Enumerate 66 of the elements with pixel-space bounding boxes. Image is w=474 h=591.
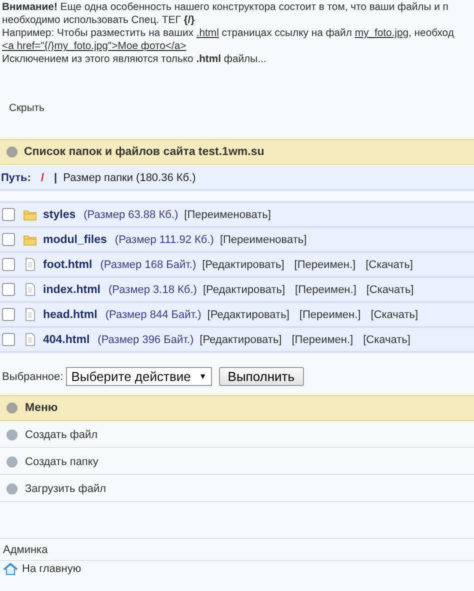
file-size: (Размер 844 Байт.) — [105, 308, 202, 320]
home-link[interactable]: На главную — [22, 563, 82, 575]
menu-item[interactable]: Загрузить файл — [25, 482, 106, 494]
file-name-link[interactable]: foot.html — [43, 258, 92, 270]
panel-title: Список папок и файлов сайта test.1wm.su — [24, 146, 264, 158]
checkbox[interactable] — [2, 233, 15, 246]
checkbox[interactable] — [2, 258, 15, 271]
file-size: (Размер 3.18 Кб.) — [108, 284, 197, 296]
document-icon — [23, 333, 37, 346]
notice-text: Например: Чтобы разместить на ваших .html страницах ссылку на файл my_foto.jpg, необход — [2, 27, 455, 40]
selected-label: Выбранное: — [2, 370, 64, 382]
file-size: (Размер 168 Байт.) — [100, 258, 196, 270]
bullet-icon — [6, 428, 18, 440]
notice-text: Внимание! Еще одна особенность нашего конструктора состоит в том, что ваши файлы и п — [2, 1, 450, 14]
action-link[interactable]: [Скачать] — [366, 284, 414, 296]
file-size: (Размер 111.92 Кб.) — [114, 234, 214, 246]
inline-link[interactable]: my_foto.jpg — [354, 28, 409, 39]
file-name-link[interactable]: index.html — [43, 284, 101, 296]
menu-title: Меню — [25, 402, 58, 414]
bullet-icon — [6, 456, 18, 468]
file-size: (Размер 63.88 Кб.) — [84, 208, 178, 220]
action-link[interactable]: [Редактировать] — [202, 258, 284, 270]
file-name-link[interactable]: head.html — [43, 308, 98, 320]
notice-text: Исключением из этого являются только .html файлы... — [2, 53, 268, 66]
checkbox[interactable] — [2, 208, 15, 221]
admin-title: Админка — [3, 544, 48, 556]
folder-icon — [23, 233, 37, 246]
folder-name-link[interactable]: modul_files — [43, 234, 107, 246]
home-icon — [3, 563, 18, 575]
path-label: Путь: — [1, 172, 31, 184]
bullet-icon — [6, 482, 18, 494]
menu-item[interactable]: Создать папку — [25, 456, 98, 468]
checkbox[interactable] — [2, 308, 15, 321]
inline-link[interactable]: .html — [196, 28, 219, 39]
hide-link[interactable]: Скрыть — [9, 102, 44, 115]
run-button[interactable]: Выполнить — [218, 367, 304, 386]
checkbox[interactable] — [2, 333, 15, 346]
document-icon — [23, 308, 37, 321]
file-name-link[interactable]: 404.html — [43, 334, 90, 346]
action-link[interactable]: [Скачать] — [366, 258, 413, 270]
action-link[interactable]: [Переимен.] — [292, 334, 354, 346]
checkbox[interactable] — [2, 283, 15, 296]
folder-name-link[interactable]: styles — [43, 208, 76, 220]
action-link[interactable]: [Переименовать] — [184, 208, 271, 220]
action-dropdown[interactable]: Выберите действие ▼ — [66, 367, 212, 386]
root-link[interactable]: / — [40, 172, 44, 184]
action-link[interactable]: [Редактировать] — [202, 284, 286, 296]
action-link[interactable]: [Переимен.] — [299, 308, 361, 320]
folder-icon — [23, 208, 37, 221]
bullet-icon — [6, 146, 18, 158]
separator: | — [54, 172, 58, 184]
file-size: (Размер 396 Байт.) — [98, 334, 194, 346]
action-link[interactable]: [Редактировать] — [207, 308, 290, 320]
action-link[interactable]: [Переимен.] — [294, 258, 356, 270]
action-link[interactable]: [Скачать] — [370, 308, 418, 320]
document-icon — [23, 258, 37, 271]
notice-text: необходимо использовать Спец. ТЕГ {/} — [2, 14, 196, 27]
action-link[interactable]: [Скачать] — [363, 334, 410, 346]
menu-item[interactable]: Создать файл — [25, 428, 98, 440]
action-link[interactable]: [Переименовать] — [220, 234, 307, 246]
action-link[interactable]: [Редактировать] — [200, 334, 282, 346]
document-icon — [23, 283, 37, 296]
folder-size: Размер папки (180.36 Кб.) — [63, 172, 196, 184]
bullet-icon — [6, 402, 18, 414]
action-link[interactable]: [Переимен.] — [295, 284, 356, 296]
code-link[interactable]: <a href="{/}my_foto.jpg">Мое фото</a> — [2, 41, 186, 52]
